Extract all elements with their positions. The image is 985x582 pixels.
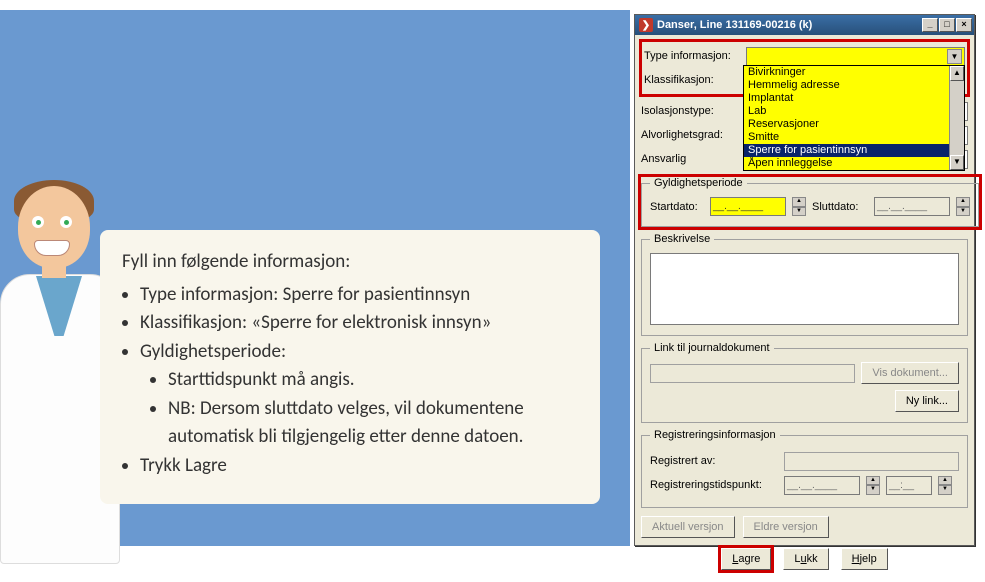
chevron-down-icon[interactable]: ▼ bbox=[947, 49, 962, 64]
instruction-item: Trykk Lagre bbox=[140, 452, 578, 481]
registered-date-spin[interactable]: ▲▼ bbox=[866, 476, 880, 495]
dropdown-option[interactable]: Reservasjoner bbox=[744, 118, 949, 131]
close-button[interactable]: × bbox=[956, 18, 972, 32]
dropdown-option[interactable]: Smitte bbox=[744, 131, 949, 144]
minimize-button[interactable]: _ bbox=[922, 18, 938, 32]
description-legend: Beskrivelse bbox=[650, 233, 714, 245]
dropdown-scrollbar[interactable]: ▲ ▼ bbox=[949, 66, 964, 170]
iso-label: Isolasjonstype: bbox=[641, 105, 737, 117]
registered-time-spin[interactable]: ▲▼ bbox=[938, 476, 952, 495]
dropdown-option[interactable]: Åpen innleggelse bbox=[744, 157, 949, 170]
class-label: Klassifikasjon: bbox=[644, 74, 740, 86]
instruction-subitem: Starttidspunkt må angis. bbox=[168, 366, 578, 395]
older-version-button[interactable]: Eldre versjon bbox=[743, 516, 829, 538]
help-button[interactable]: Hjelp bbox=[841, 548, 888, 570]
titlebar[interactable]: ❯ Danser, Line 131169-00216 (k) _ □ × bbox=[635, 15, 974, 35]
instruction-item: Klassifikasjon: «Sperre for elektronisk … bbox=[140, 309, 578, 338]
instruction-item: Gyldighetsperiode: Starttidspunkt må ang… bbox=[140, 338, 578, 452]
dropdown-option[interactable]: Bivirkninger bbox=[744, 66, 949, 79]
type-label: Type informasjon: bbox=[644, 50, 740, 62]
enddate-spin[interactable]: ▲▼ bbox=[956, 197, 970, 216]
dropdown-option[interactable]: Lab bbox=[744, 105, 949, 118]
scroll-down-icon[interactable]: ▼ bbox=[950, 155, 964, 170]
window-title: Danser, Line 131169-00216 (k) bbox=[657, 19, 922, 31]
startdate-spin[interactable]: ▲▼ bbox=[792, 197, 806, 216]
save-button[interactable]: Lagre bbox=[721, 548, 771, 570]
validity-legend: Gyldighetsperiode bbox=[650, 177, 747, 189]
instruction-lead: Fyll inn følgende informasjon: bbox=[122, 248, 578, 277]
registered-by-field bbox=[784, 452, 959, 471]
type-dropdown-list[interactable]: Bivirkninger Hemmelig adresse Implantat … bbox=[743, 65, 965, 171]
registered-time-label: Registreringstidspunkt: bbox=[650, 479, 778, 491]
new-link-button[interactable]: Ny link... bbox=[895, 390, 959, 412]
description-group: Beskrivelse bbox=[641, 233, 968, 336]
save-button-rest: agre bbox=[738, 553, 760, 565]
sev-label: Alvorlighetsgrad: bbox=[641, 129, 737, 141]
enddate-label: Sluttdato: bbox=[812, 201, 868, 213]
registration-legend: Registreringsinformasjon bbox=[650, 429, 780, 441]
link-legend: Link til journaldokument bbox=[650, 342, 774, 354]
link-path-field bbox=[650, 364, 855, 383]
registration-group: Registreringsinformasjon Registrert av: … bbox=[641, 429, 968, 508]
validity-group: Gyldighetsperiode Startdato: __.__.____ … bbox=[641, 177, 979, 227]
app-icon: ❯ bbox=[639, 18, 653, 32]
startdate-label: Startdato: bbox=[650, 201, 704, 213]
dropdown-option[interactable]: Implantat bbox=[744, 92, 949, 105]
dialog-window: ❯ Danser, Line 131169-00216 (k) _ □ × Ty… bbox=[634, 14, 975, 546]
scroll-up-icon[interactable]: ▲ bbox=[950, 66, 964, 81]
close-dialog-button[interactable]: Lukk bbox=[783, 548, 828, 570]
current-version-button[interactable]: Aktuell versjon bbox=[641, 516, 735, 538]
dropdown-option[interactable]: Hemmelig adresse bbox=[744, 79, 949, 92]
link-group: Link til journaldokument Vis dokument...… bbox=[641, 342, 968, 423]
instruction-bubble: Fyll inn følgende informasjon: Type info… bbox=[100, 230, 600, 504]
startdate-input[interactable]: __.__.____ bbox=[710, 197, 786, 216]
registered-by-label: Registrert av: bbox=[650, 455, 778, 467]
instruction-subitem: NB: Dersom sluttdato velges, vil dokumen… bbox=[168, 395, 578, 452]
maximize-button[interactable]: □ bbox=[939, 18, 955, 32]
resp-label: Ansvarlig bbox=[641, 153, 737, 165]
registered-date-field: __.__.____ bbox=[784, 476, 860, 495]
instruction-item: Type informasjon: Sperre for pasientinns… bbox=[140, 281, 578, 310]
description-textarea[interactable] bbox=[650, 253, 959, 325]
show-document-button[interactable]: Vis dokument... bbox=[861, 362, 959, 384]
type-combo[interactable]: ▼ bbox=[746, 47, 965, 66]
dropdown-option-selected[interactable]: Sperre for pasientinnsyn bbox=[744, 144, 949, 157]
enddate-input[interactable]: __.__.____ bbox=[874, 197, 950, 216]
registered-time-field: __:__ bbox=[886, 476, 932, 495]
